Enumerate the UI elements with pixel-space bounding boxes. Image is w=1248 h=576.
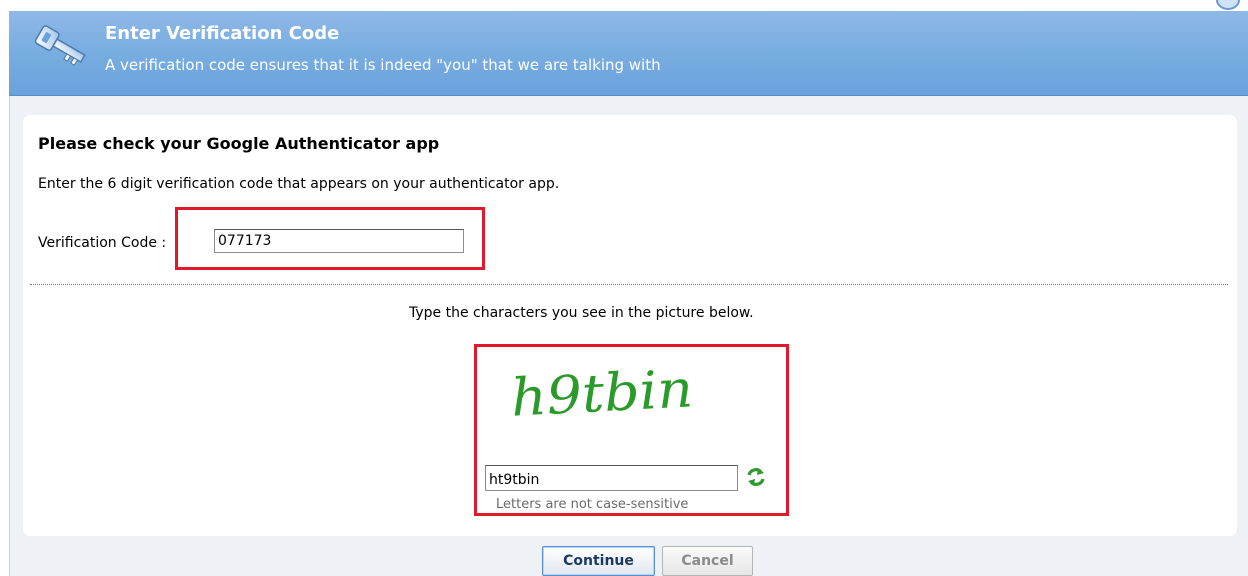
cancel-button[interactable]: Cancel <box>662 546 753 576</box>
continue-button[interactable]: Continue <box>542 546 655 576</box>
instructions-text: Enter the 6 digit verification code that… <box>38 176 560 192</box>
verification-code-input[interactable] <box>214 229 464 253</box>
dotted-divider <box>30 284 1228 285</box>
section-heading: Please check your Google Authenticator a… <box>38 134 440 153</box>
captcha-image-text: h9tbin <box>510 359 695 428</box>
captcha-input[interactable] <box>485 465 738 491</box>
help-icon[interactable] <box>1208 0 1240 11</box>
dialog-title: Enter Verification Code <box>105 23 340 44</box>
captcha-prompt: Type the characters you see in the pictu… <box>409 305 754 321</box>
refresh-icon[interactable] <box>745 466 767 488</box>
verification-code-label: Verification Code : <box>38 235 167 251</box>
case-sensitivity-note: Letters are not case-sensitive <box>496 497 689 512</box>
captcha-image: h9tbin <box>510 359 695 428</box>
key-icon <box>34 25 86 66</box>
dialog-subtitle: A verification code ensures that it is i… <box>105 56 661 74</box>
